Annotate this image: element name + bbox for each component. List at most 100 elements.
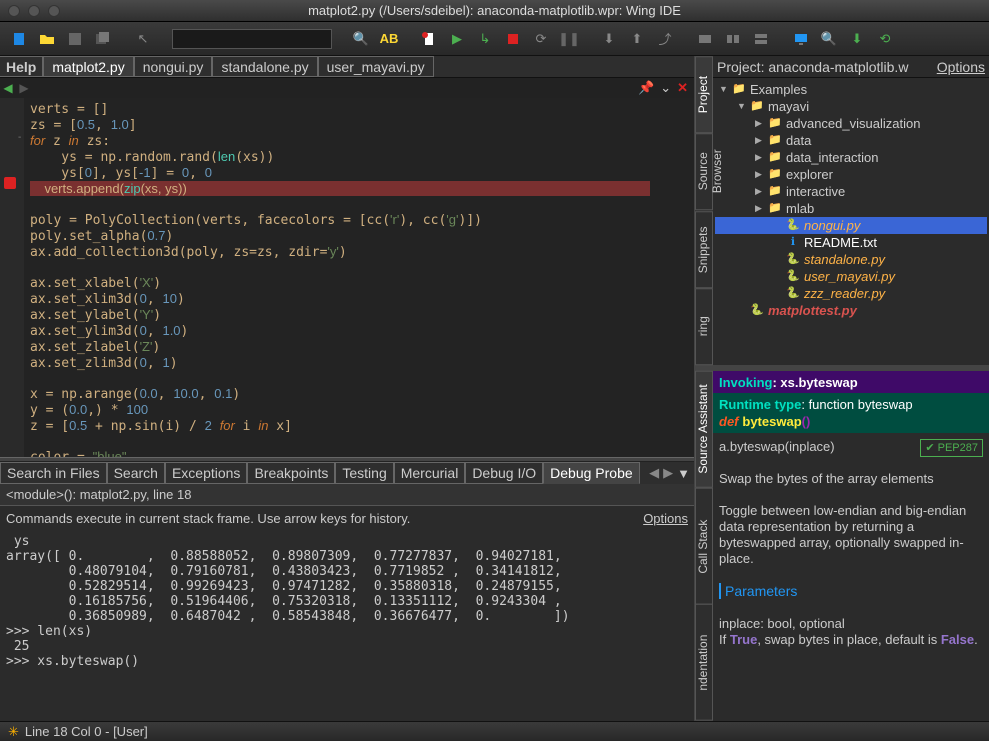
file-tab-matplot2-py[interactable]: matplot2.py (43, 56, 133, 77)
step-out-icon[interactable]: ⬆ (626, 28, 648, 50)
debug-console[interactable]: ys array([ 0. , 0.88588052, 0.89807309, … (0, 530, 694, 721)
twisty-icon[interactable]: ▼ (719, 81, 731, 98)
bottom-tab-testing[interactable]: Testing (335, 462, 393, 484)
twisty-icon[interactable]: ▶ (755, 183, 767, 200)
save-all-icon[interactable] (92, 28, 114, 50)
continue-icon[interactable]: ⤴ (654, 28, 676, 50)
tree-label: data (786, 132, 811, 149)
folder-icon: 📁 (731, 81, 747, 98)
tree-item-data_interaction[interactable]: ▶📁data_interaction (715, 149, 987, 166)
project-tree[interactable]: ▼📁Examples▼📁mayavi▶📁advanced_visualizati… (713, 78, 989, 348)
tree-item-standalone-py[interactable]: 🐍standalone.py (715, 251, 987, 268)
zoom-window[interactable] (48, 5, 60, 17)
side-tab-call-stack[interactable]: Call Stack (695, 488, 713, 605)
restart-icon[interactable]: ⟳ (530, 28, 552, 50)
tree-item-matplottest-py[interactable]: 🐍matplottest.py (715, 302, 987, 319)
bottom-tab-debug-i-o[interactable]: Debug I/O (465, 462, 543, 484)
tree-item-explorer[interactable]: ▶📁explorer (715, 166, 987, 183)
params-heading: Parameters (719, 583, 797, 599)
close-tab-icon[interactable]: ✕ (677, 80, 688, 96)
side-tab-source-browser[interactable]: Source Browser (695, 133, 713, 210)
pointer-tool-icon[interactable]: ↖ (132, 28, 154, 50)
file-tab-standalone-py[interactable]: standalone.py (212, 56, 317, 77)
tree-item-zzz_reader-py[interactable]: 🐍zzz_reader.py (715, 285, 987, 302)
debug-options-link[interactable]: Options (643, 511, 688, 526)
toolbar-search-input[interactable] (172, 29, 332, 49)
python-icon: 🐍 (785, 268, 801, 285)
new-doc-icon[interactable] (418, 28, 440, 50)
open-folder-icon[interactable] (36, 28, 58, 50)
bottom-tab-breakpoints[interactable]: Breakpoints (247, 462, 335, 484)
step-over-icon[interactable]: ⬇ (598, 28, 620, 50)
play-icon[interactable]: ▶ (446, 28, 468, 50)
bottom-tab-exceptions[interactable]: Exceptions (165, 462, 247, 484)
twisty-icon[interactable]: ▶ (755, 200, 767, 217)
tree-item-mlab[interactable]: ▶📁mlab (715, 200, 987, 217)
layout2-icon[interactable] (722, 28, 744, 50)
fold-marker[interactable]: - (18, 132, 21, 143)
bottom-tab-search-in-files[interactable]: Search in Files (0, 462, 107, 484)
download-icon[interactable]: ⬇ (846, 28, 868, 50)
tree-label: standalone.py (804, 251, 885, 268)
traffic-lights[interactable] (8, 5, 60, 17)
nav-back-icon[interactable]: ◀ (0, 81, 16, 95)
tree-item-data[interactable]: ▶📁data (715, 132, 987, 149)
twisty-icon[interactable]: ▶ (755, 149, 767, 166)
layout1-icon[interactable] (694, 28, 716, 50)
help-menu[interactable]: Help (0, 56, 43, 77)
assistant-body[interactable]: ✔ PEP287 a.byteswap(inplace) Swap the by… (713, 433, 989, 721)
pause-icon[interactable]: ❚❚ (558, 28, 580, 50)
new-file-icon[interactable] (8, 28, 30, 50)
project-title: Project: anaconda-matplotlib.w (717, 59, 908, 75)
tree-item-nongui-py[interactable]: 🐍nongui.py (715, 217, 987, 234)
bottom-tab-mercurial[interactable]: Mercurial (394, 462, 466, 484)
side-tab-source-assistant[interactable]: Source Assistant (695, 371, 713, 488)
search-icon[interactable]: 🔍 (350, 28, 372, 50)
close-window[interactable] (8, 5, 20, 17)
tabs-left-icon[interactable]: ◀ (649, 465, 659, 481)
nav-fwd-icon[interactable]: ▶ (16, 81, 32, 95)
file-tab-nongui-py[interactable]: nongui.py (134, 56, 213, 77)
stop-icon[interactable] (502, 28, 524, 50)
step-into-icon[interactable]: ↳ (474, 28, 496, 50)
debug-frame-selector[interactable]: <module>(): matplot2.py, line 18 (0, 484, 694, 506)
bottom-tab-search[interactable]: Search (107, 462, 165, 484)
tree-item-mayavi[interactable]: ▼📁mayavi (715, 98, 987, 115)
save-icon[interactable] (64, 28, 86, 50)
runtime-type-value: : function byteswap (801, 397, 912, 412)
minimize-window[interactable] (28, 5, 40, 17)
sync-icon[interactable]: ⟲ (874, 28, 896, 50)
editor-gutter[interactable]: - (0, 98, 24, 457)
tree-item-interactive[interactable]: ▶📁interactive (715, 183, 987, 200)
assistant-invoking-bar: Invoking: xs.byteswap (713, 371, 989, 393)
twisty-icon[interactable]: ▶ (755, 132, 767, 149)
tree-label: nongui.py (804, 217, 860, 234)
tabs-right-icon[interactable]: ▶ (663, 465, 673, 481)
tabs-menu-icon[interactable]: ▼ (677, 466, 690, 481)
pin-icon[interactable]: 📌 (638, 80, 654, 96)
layout3-icon[interactable] (750, 28, 772, 50)
tree-item-advanced_visualization[interactable]: ▶📁advanced_visualization (715, 115, 987, 132)
file-tab-user_mayavi-py[interactable]: user_mayavi.py (318, 56, 434, 77)
magnify-icon[interactable]: 🔍 (818, 28, 840, 50)
spellcheck-icon[interactable]: AB (378, 28, 400, 50)
side-tab-ring[interactable]: ring (695, 288, 713, 365)
status-bug-icon[interactable]: ✳ (8, 724, 19, 740)
menu-chevron-icon[interactable]: ⌄ (660, 80, 671, 96)
twisty-icon[interactable]: ▼ (737, 98, 749, 115)
bottom-tab-bar: Search in FilesSearchExceptionsBreakpoin… (0, 462, 694, 484)
side-tab-ndentation[interactable]: ndentation (695, 604, 713, 721)
breakpoint-marker[interactable] (4, 177, 16, 189)
bottom-tab-debug-probe[interactable]: Debug Probe (543, 462, 640, 484)
twisty-icon[interactable]: ▶ (755, 115, 767, 132)
tree-item-examples[interactable]: ▼📁Examples (715, 81, 987, 98)
code-editor[interactable]: - verts = [] zs = [0.5, 1.0] for z in zs… (0, 98, 694, 457)
tree-item-readme-txt[interactable]: ℹREADME.txt (715, 234, 987, 251)
twisty-icon[interactable]: ▶ (755, 166, 767, 183)
side-tab-snippets[interactable]: Snippets (695, 211, 713, 288)
project-options-link[interactable]: Options (937, 59, 985, 75)
side-tab-project[interactable]: Project (695, 56, 713, 133)
tree-item-user_mayavi-py[interactable]: 🐍user_mayavi.py (715, 268, 987, 285)
code-content[interactable]: verts = [] zs = [0.5, 1.0] for z in zs: … (24, 98, 694, 457)
monitor-icon[interactable] (790, 28, 812, 50)
